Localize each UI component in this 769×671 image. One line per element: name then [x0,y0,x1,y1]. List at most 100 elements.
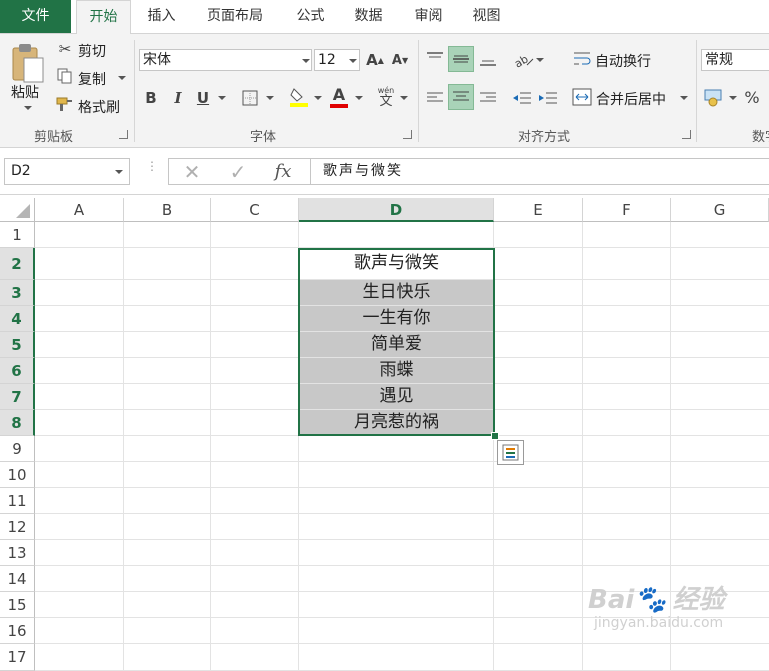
decrease-indent-icon[interactable] [511,86,533,110]
align-top-icon[interactable] [424,46,446,70]
font-name-dropdown-icon[interactable] [302,59,310,63]
copy-icon[interactable] [56,67,74,85]
column-header-d[interactable]: D [299,198,494,222]
column-gridline [123,222,124,671]
row-header-8[interactable]: 8 [0,410,35,436]
name-box-dropdown-icon[interactable] [115,170,123,174]
merge-center-dropdown-icon[interactable] [680,96,688,100]
font-launcher-icon[interactable] [403,130,412,139]
column-header-c[interactable]: C [211,198,299,222]
cancel-entry-icon[interactable]: ✕ [180,160,204,184]
number-format-combo[interactable]: 常规 [701,49,769,71]
scissors-icon[interactable]: ✂ [56,40,74,58]
row-header-3[interactable]: 3 [0,280,35,306]
paste-button[interactable]: 粘贴 [11,82,39,102]
wrap-text-icon[interactable] [572,48,592,70]
cut-button[interactable]: 剪切 [78,41,106,61]
align-middle-icon[interactable] [448,46,474,72]
row-header-2[interactable]: 2 [0,248,35,280]
name-box[interactable]: D2 [4,158,130,185]
row-header-10[interactable]: 10 [0,462,35,488]
cell-d4[interactable]: 一生有你 [299,306,494,331]
underline-dropdown-icon[interactable] [218,96,226,100]
tab-data[interactable]: 数据 [342,0,395,33]
accounting-format-icon[interactable] [703,86,727,110]
merge-center-icon[interactable] [572,86,592,108]
row-header-7[interactable]: 7 [0,384,35,410]
orientation-icon[interactable]: ab [512,48,536,70]
insert-function-button[interactable]: fx [270,159,296,183]
column-header-b[interactable]: B [124,198,211,222]
copy-button[interactable]: 复制 [78,69,106,89]
font-name-combo[interactable]: 宋体 [139,49,312,71]
row-header-16[interactable]: 16 [0,618,35,644]
row-header-12[interactable]: 12 [0,514,35,540]
accounting-dropdown-icon[interactable] [729,96,737,100]
alignment-launcher-icon[interactable] [682,130,691,139]
tab-home[interactable]: 开始 [76,0,131,34]
increase-indent-icon[interactable] [537,86,559,110]
tab-review[interactable]: 审阅 [402,0,455,33]
column-header-e[interactable]: E [494,198,583,222]
wrap-text-button[interactable]: 自动换行 [595,51,651,71]
row-header-1[interactable]: 1 [0,222,35,248]
align-right-icon[interactable] [477,86,499,110]
phonetic-dropdown-icon[interactable] [400,96,408,100]
copy-dropdown-icon[interactable] [118,76,126,80]
align-bottom-icon[interactable] [477,48,499,72]
fill-handle[interactable] [491,432,499,440]
cell-d3[interactable]: 生日快乐 [299,280,494,305]
cell-d8[interactable]: 月亮惹的祸 [299,410,494,435]
watermark-url: jingyan.baidu.com [594,615,724,631]
clipboard-launcher-icon[interactable] [119,130,128,139]
select-all-corner[interactable] [0,198,35,222]
align-center-icon[interactable] [448,84,474,110]
row-header-15[interactable]: 15 [0,592,35,618]
cell-d7[interactable]: 遇见 [299,384,494,409]
italic-button[interactable]: I [170,87,186,109]
tab-file[interactable]: 文件 [0,0,71,33]
paste-dropdown-icon[interactable] [24,106,32,110]
underline-button[interactable]: U [195,87,211,109]
merge-center-button[interactable]: 合并后居中 [596,89,666,109]
percent-style-button[interactable]: % [742,85,762,109]
borders-dropdown-icon[interactable] [266,96,274,100]
formula-bar-grip-icon[interactable]: ⋮ [146,160,158,181]
align-left-icon[interactable] [424,86,446,110]
row-header-11[interactable]: 11 [0,488,35,514]
grow-font-icon[interactable]: A ▲ [366,49,384,71]
quick-analysis-icon[interactable] [497,440,524,465]
row-header-17[interactable]: 17 [0,644,35,671]
column-header-f[interactable]: F [583,198,671,222]
cell-d6[interactable]: 雨蝶 [299,358,494,383]
font-color-icon[interactable]: A [329,84,349,108]
paste-icon[interactable] [10,42,46,86]
format-painter-button[interactable]: 格式刷 [78,97,120,117]
phonetic-guide-icon[interactable]: wén 文 [375,84,397,110]
borders-icon[interactable] [241,89,259,107]
tab-insert[interactable]: 插入 [135,0,188,33]
column-header-a[interactable]: A [35,198,124,222]
column-header-g[interactable]: G [671,198,769,222]
font-size-dropdown-icon[interactable] [349,59,357,63]
formula-input[interactable]: 歌声与微笑 [310,158,769,185]
cell-d5[interactable]: 简单爱 [299,332,494,357]
row-header-14[interactable]: 14 [0,566,35,592]
tab-view[interactable]: 视图 [460,0,513,33]
tab-page-layout[interactable]: 页面布局 [194,0,276,33]
cell-d2[interactable]: 歌声与微笑 [299,248,494,279]
bold-button[interactable]: B [143,87,159,109]
font-color-dropdown-icon[interactable] [355,96,363,100]
row-header-4[interactable]: 4 [0,306,35,332]
confirm-entry-icon[interactable]: ✓ [226,160,250,184]
row-header-6[interactable]: 6 [0,358,35,384]
format-painter-icon[interactable] [56,95,74,113]
row-header-13[interactable]: 13 [0,540,35,566]
orientation-dropdown-icon[interactable] [536,58,544,62]
fill-color-icon[interactable] [289,86,309,108]
shrink-font-icon[interactable]: A ▼ [391,49,409,71]
row-header-5[interactable]: 5 [0,332,35,358]
tab-formulas[interactable]: 公式 [284,0,337,33]
row-header-9[interactable]: 9 [0,436,35,462]
fill-color-dropdown-icon[interactable] [314,96,322,100]
